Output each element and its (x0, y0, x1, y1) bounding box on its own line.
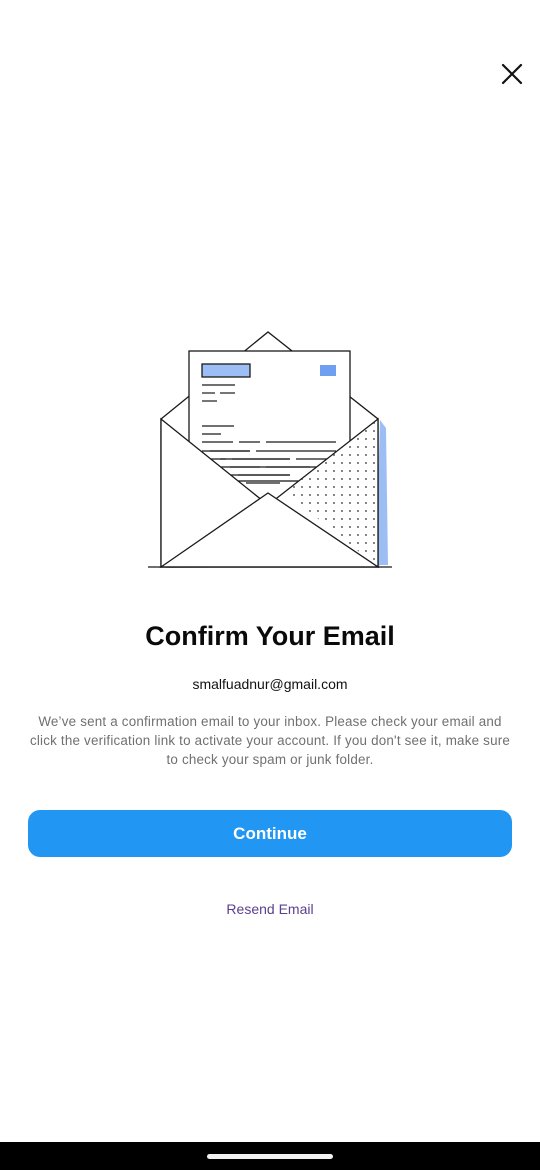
confirmation-description: We’ve sent a confirmation email to your … (29, 714, 511, 767)
system-navigation-bar (0, 1142, 540, 1170)
open-envelope-illustration (148, 331, 392, 569)
close-icon (501, 63, 523, 85)
continue-button[interactable]: Continue (28, 810, 512, 857)
user-email: smalfuadnur@gmail.com (192, 676, 348, 692)
resend-email-link[interactable]: Resend Email (0, 900, 540, 918)
close-button[interactable] (496, 58, 528, 90)
home-indicator[interactable] (207, 1154, 333, 1159)
page-title: Confirm Your Email (145, 621, 395, 651)
